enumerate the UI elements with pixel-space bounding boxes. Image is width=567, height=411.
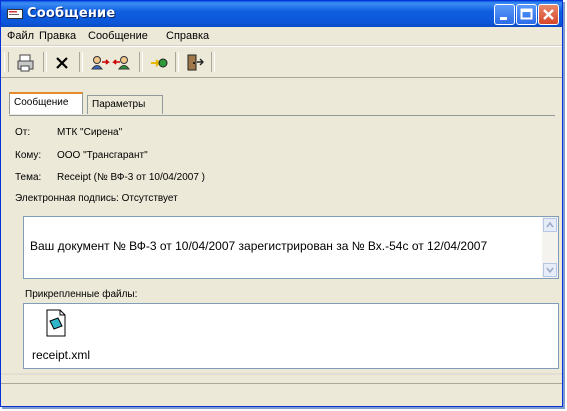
message-body-box[interactable]: Ваш документ № ВФ-3 от 10/04/2007 зареги…	[23, 216, 559, 279]
attachment-file-name[interactable]: receipt.xml	[32, 348, 90, 362]
menu-file[interactable]: Файл	[7, 30, 34, 42]
from-row: От: МТК "Сирена"	[15, 127, 122, 138]
subject-row: Тема: Receipt (№ ВФ-3 от 10/04/2007 )	[15, 172, 205, 183]
close-icon	[543, 9, 554, 20]
tab-parameters[interactable]: Параметры	[87, 95, 163, 114]
status-bar	[1, 383, 562, 406]
xml-file-icon[interactable]	[46, 309, 66, 337]
toolbar-separator	[175, 52, 179, 72]
envelope-icon	[7, 9, 23, 19]
attachments-label: Прикрепленные файлы:	[25, 289, 138, 300]
forward-icon[interactable]	[148, 52, 170, 74]
subject-label: Тема:	[15, 172, 42, 183]
toolbar-separator	[211, 52, 215, 72]
delete-icon[interactable]	[51, 52, 73, 74]
to-label: Кому:	[15, 150, 42, 161]
reply-icon[interactable]	[89, 52, 111, 74]
signature-status: Электронная подпись: Отсутствует	[15, 193, 178, 204]
toolbar-separator	[79, 52, 83, 72]
scroll-down-icon[interactable]	[543, 263, 557, 277]
vertical-scrollbar[interactable]	[542, 217, 558, 278]
message-window: Сообщение Файл Правка Сообщение Справка	[0, 0, 563, 407]
message-body: Ваш документ № ВФ-3 от 10/04/2007 зареги…	[30, 239, 488, 253]
menu-help[interactable]: Справка	[166, 30, 209, 42]
toolbar-separator	[43, 52, 47, 72]
reply-all-icon[interactable]	[111, 52, 133, 74]
print-icon[interactable]	[15, 52, 37, 74]
close-button[interactable]	[538, 4, 559, 25]
maximize-icon	[520, 8, 533, 20]
from-value: МТК "Сирена"	[57, 127, 123, 138]
menu-edit[interactable]: Правка	[39, 30, 76, 42]
to-value: ООО "Трансгарант"	[57, 150, 148, 161]
scroll-up-icon[interactable]	[543, 218, 557, 232]
title-bar[interactable]: Сообщение	[1, 1, 562, 27]
menu-message[interactable]: Сообщение	[88, 30, 148, 42]
tab-message[interactable]: Сообщение	[9, 92, 83, 114]
minimize-icon	[500, 17, 507, 20]
subject-value: Receipt (№ ВФ-3 от 10/04/2007 )	[57, 172, 205, 183]
divider	[1, 373, 562, 375]
maximize-button[interactable]	[516, 4, 537, 25]
attachments-list: receipt.xml	[23, 303, 559, 369]
exit-icon[interactable]	[184, 52, 206, 74]
toolbar	[1, 46, 562, 78]
from-label: От:	[15, 127, 31, 138]
to-row: Кому: ООО "Трансгарант"	[15, 150, 148, 161]
window-title: Сообщение	[27, 6, 116, 21]
minimize-button[interactable]	[494, 4, 515, 25]
toolbar-grip[interactable]	[4, 52, 9, 72]
toolbar-separator	[139, 52, 143, 72]
menu-bar: Файл Правка Сообщение Справка	[1, 27, 562, 46]
